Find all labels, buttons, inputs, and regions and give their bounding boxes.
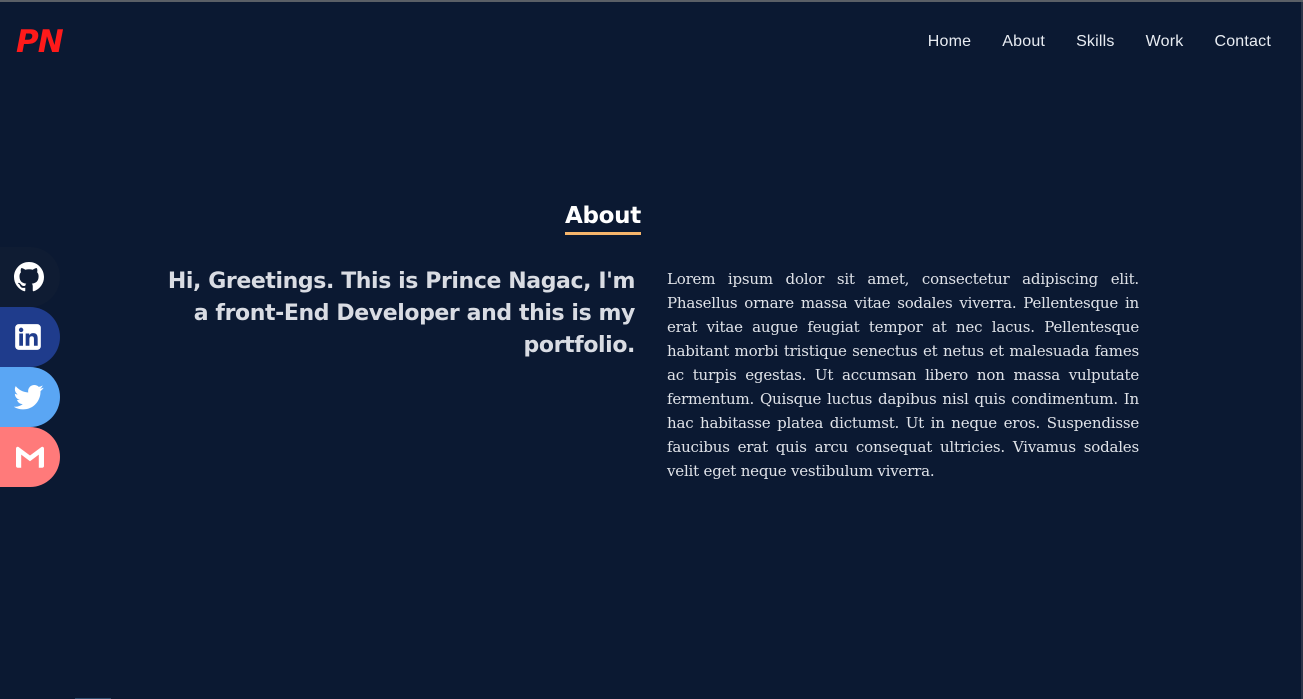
github-link[interactable] — [0, 247, 60, 307]
nav-contact-link[interactable]: Contact — [1214, 33, 1271, 51]
site-logo[interactable]: PN — [16, 24, 64, 60]
linkedin-link[interactable] — [0, 307, 60, 367]
linkedin-icon — [14, 323, 42, 351]
section-title: About — [565, 202, 641, 235]
main-nav: Home About Skills Work Contact — [897, 33, 1271, 51]
gmail-icon — [14, 444, 46, 470]
twitter-icon — [14, 382, 44, 412]
nav-home-link[interactable]: Home — [928, 33, 971, 51]
gmail-link[interactable] — [0, 427, 60, 487]
nav-work-link[interactable]: Work — [1146, 33, 1184, 51]
bio-text: Lorem ipsum dolor sit amet, consectetur … — [667, 270, 1139, 480]
greeting-text: Hi, Greetings. This is Prince Nagac, I'm… — [167, 269, 636, 358]
site-header: PN Home About Skills Work Contact — [0, 2, 1303, 82]
nav-skills-link[interactable]: Skills — [1076, 33, 1115, 51]
twitter-link[interactable] — [0, 367, 60, 427]
github-icon — [14, 262, 44, 292]
nav-about-link[interactable]: About — [1002, 33, 1045, 51]
